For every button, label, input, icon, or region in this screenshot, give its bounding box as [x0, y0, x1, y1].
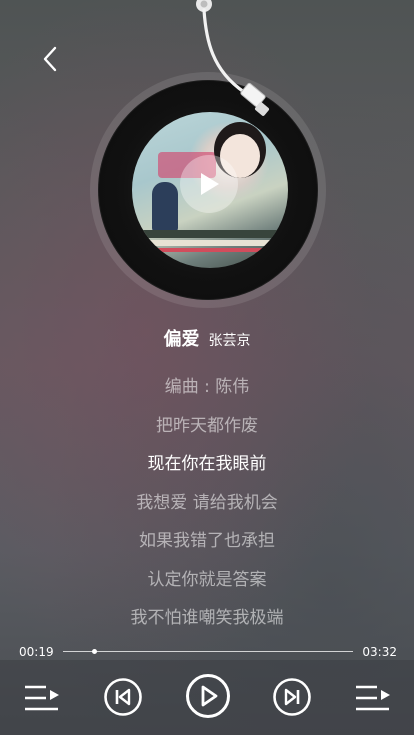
next-icon — [273, 678, 311, 716]
queue-icon — [356, 685, 390, 711]
lyric-line: 我想爱 请给我机会 — [136, 492, 278, 513]
song-artist: 张芸京 — [208, 333, 251, 349]
lyric-line: 把昨天都作废 — [156, 415, 258, 436]
progress-bar[interactable] — [63, 649, 353, 654]
lyric-line: 如果我错了也承担 — [139, 531, 275, 551]
queue-button[interactable] — [355, 682, 391, 714]
next-button[interactable] — [272, 677, 312, 717]
song-title: 偏爱 — [163, 329, 200, 350]
current-time: 00:19 — [19, 645, 54, 659]
lyric-line-current: 现在你在我眼前 — [147, 454, 267, 474]
cover-play-button[interactable] — [180, 155, 238, 213]
total-time: 03:32 — [362, 645, 397, 659]
previous-button[interactable] — [103, 677, 143, 717]
player-controls — [0, 660, 414, 735]
progress-knob[interactable] — [92, 649, 97, 654]
play-button[interactable] — [185, 673, 231, 719]
previous-icon — [104, 678, 142, 716]
lyric-line: 编曲 : 陈伟 — [164, 377, 250, 397]
playlist-button[interactable] — [24, 682, 60, 714]
tonearm — [196, 0, 269, 116]
back-button[interactable] — [38, 44, 62, 74]
play-icon — [186, 674, 230, 718]
playlist-icon — [25, 685, 59, 711]
lyrics-list: 编曲 : 陈伟 把昨天都作废 现在你在我眼前 我想爱 请给我机会 如果我错了也承… — [0, 372, 414, 642]
progress-row: 00:19 03:32 — [0, 642, 414, 662]
play-icon — [201, 173, 219, 195]
chevron-left-icon — [43, 46, 57, 72]
song-info: 偏爱 张芸京 — [0, 325, 414, 351]
lyric-line: 认定你就是答案 — [147, 569, 267, 590]
lyric-line: 我不怕谁嘲笑我极端 — [130, 608, 284, 628]
